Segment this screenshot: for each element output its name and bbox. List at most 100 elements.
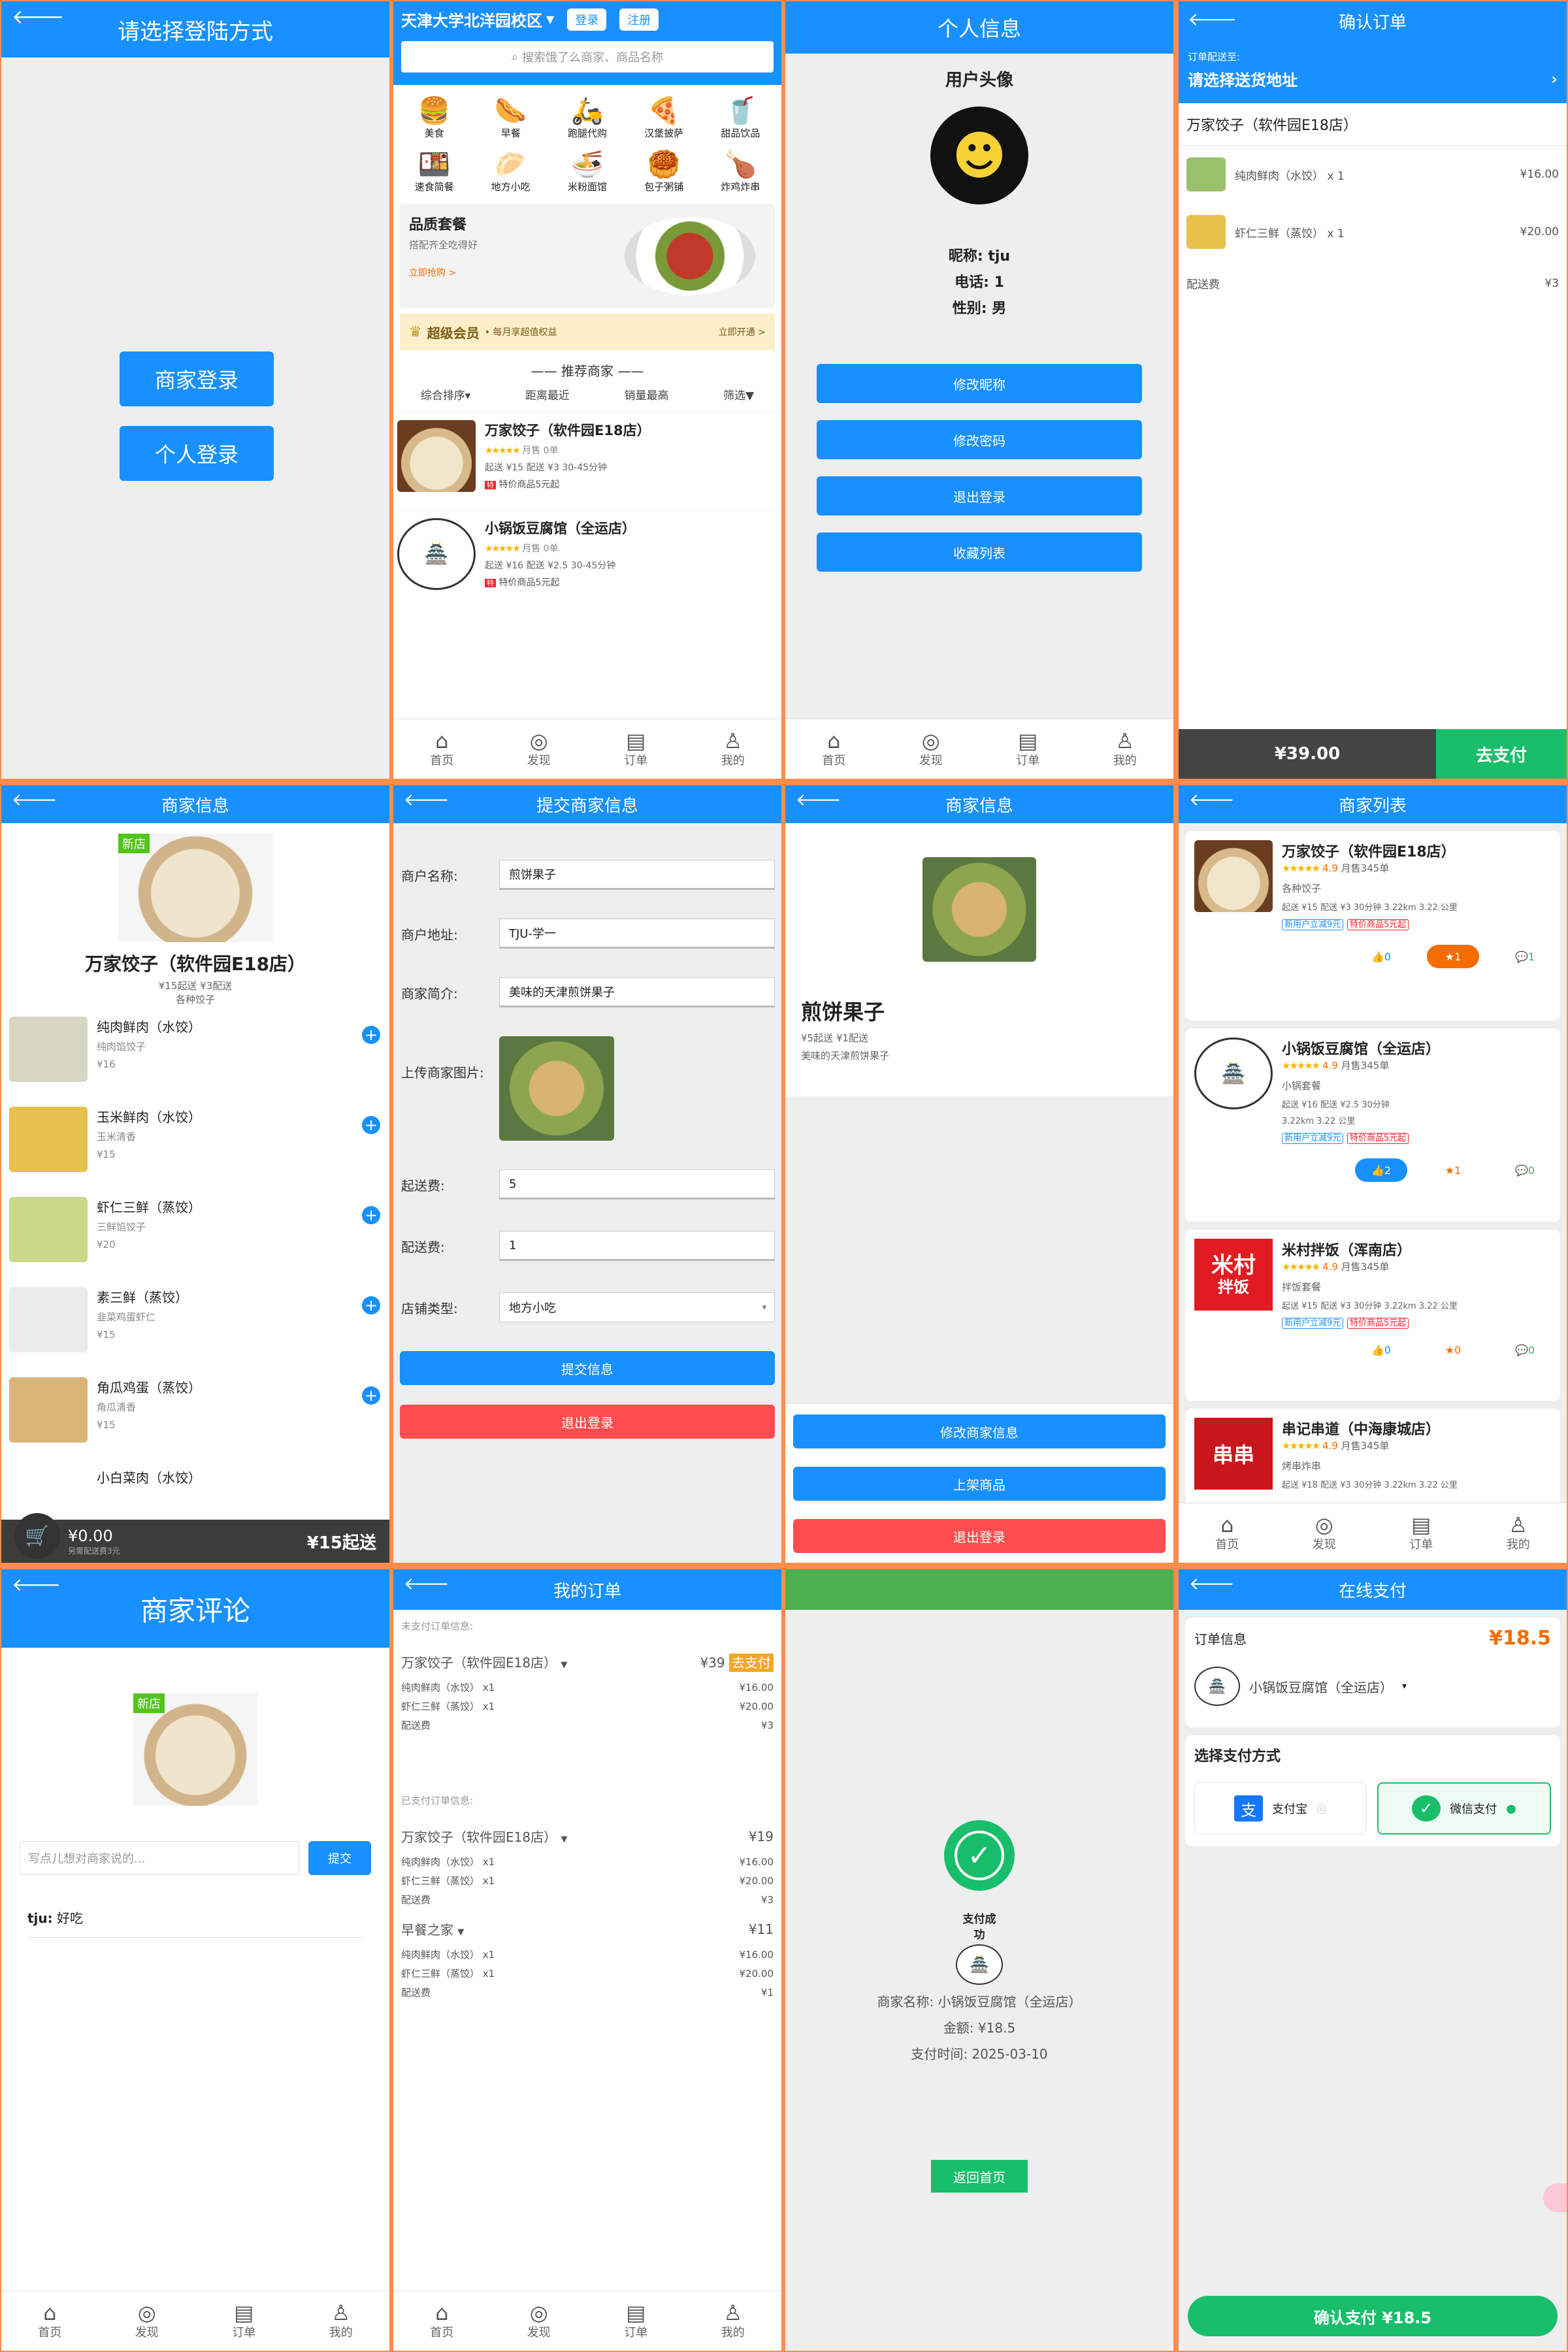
tab-home[interactable]: ⌂ 首页	[1, 2291, 99, 2351]
merchant-login-button[interactable]: 商家登录	[120, 351, 274, 406]
order-header[interactable]: 万家饺子（软件园E18店） ▼ ¥19	[401, 1827, 774, 1846]
wechat-option[interactable]: ✓ 微信支付 ●	[1377, 1782, 1551, 1835]
location-label[interactable]: 天津大学北洋园校区	[401, 8, 542, 31]
pay-button[interactable]: 去支付	[1436, 729, 1567, 779]
tab-mine[interactable]: ♙ 我的	[685, 2291, 782, 2351]
shop-card[interactable]: 串串 串记串道（中海康城店） ★★★★★ 4.9 月售345单 烤串炸串 起送 …	[1185, 1409, 1560, 1513]
tab-discover[interactable]: ◎ 发现	[491, 719, 588, 779]
add-item-button[interactable]: +	[362, 1386, 380, 1405]
tab-orders[interactable]: ▤ 订单	[1373, 1503, 1470, 1563]
back-arrow-icon[interactable]: 🡐	[12, 792, 57, 809]
personal-login-button[interactable]: 个人登录	[120, 426, 274, 481]
back-arrow-icon[interactable]: 🡐	[12, 8, 64, 27]
tab-home[interactable]: ⌂ 首页	[393, 719, 491, 779]
add-item-button[interactable]: +	[362, 1026, 380, 1044]
back-arrow-icon[interactable]: 🡐	[404, 792, 449, 809]
edit-nickname-button[interactable]: 修改昵称	[817, 364, 1142, 403]
tab-home[interactable]: ⌂ 首页	[1179, 1503, 1276, 1563]
sort-option[interactable]: 距离最近	[525, 386, 570, 402]
comment-button[interactable]: 💬 1	[1499, 945, 1551, 968]
min-order-input[interactable]: 5	[499, 1169, 775, 1200]
review-input[interactable]: 写点儿想对商家说的...	[20, 1841, 299, 1875]
change-password-button[interactable]: 修改密码	[817, 420, 1142, 459]
tab-discover[interactable]: ◎ 发现	[883, 719, 980, 779]
logout-button[interactable]: 退出登录	[400, 1405, 775, 1439]
shop-row[interactable]: 🏯 小锅饭豆腐馆（全运店） ★★★★★ 月售 0单 起送 ¥16 配送 ¥2.5…	[393, 510, 781, 608]
category-item[interactable]: 🍱 速食简餐	[396, 149, 472, 193]
tab-discover[interactable]: ◎ 发现	[491, 2291, 588, 2351]
shop-card[interactable]: 万家饺子（软件园E18店） ★★★★★ 4.9 月售345单 各种饺子 起送 ¥…	[1185, 831, 1560, 1021]
submit-info-button[interactable]: 提交信息	[400, 1351, 775, 1385]
vip-bar[interactable]: ♛ 超级会员 • 每月享超值权益 立即开通 >	[400, 314, 775, 350]
tab-mine[interactable]: ♙ 我的	[685, 719, 782, 779]
category-item[interactable]: 🛵 跑腿代购	[549, 95, 625, 140]
comment-button[interactable]: 💬 0	[1499, 1338, 1551, 1362]
tab-discover[interactable]: ◎ 发现	[99, 2291, 196, 2351]
confirm-pay-button[interactable]: 确认支付 ¥18.5	[1188, 2296, 1558, 2336]
vip-link[interactable]: 立即开通 >	[719, 325, 766, 338]
tab-orders[interactable]: ▤ 订单	[587, 719, 685, 779]
go-pay-button[interactable]: 去支付	[729, 1654, 774, 1672]
alipay-option[interactable]: 支 支付宝 ◎	[1194, 1782, 1367, 1835]
tab-mine[interactable]: ♙ 我的	[1077, 719, 1174, 779]
back-arrow-icon[interactable]: 🡐	[404, 1576, 449, 1593]
merchant-address-input[interactable]: TJU-学一	[499, 919, 775, 949]
sort-option[interactable]: 筛选▼	[723, 386, 754, 402]
category-item[interactable]: 🥟 地方小吃	[472, 149, 549, 193]
tab-home[interactable]: ⌂ 首页	[393, 2291, 491, 2351]
category-item[interactable]: 🍗 炸鸡炸串	[702, 149, 779, 193]
star-button[interactable]: ★ 1	[1427, 945, 1479, 968]
tab-mine[interactable]: ♙ 我的	[1470, 1503, 1567, 1563]
star-button[interactable]: ★ 0	[1427, 1338, 1479, 1362]
category-item[interactable]: 🌭 早餐	[472, 95, 549, 140]
category-item[interactable]: 🍕 汉堡披萨	[626, 95, 702, 140]
logout-button[interactable]: 退出登录	[793, 1519, 1166, 1553]
tab-home[interactable]: ⌂ 首页	[785, 719, 883, 779]
register-link[interactable]: 注册	[619, 8, 659, 31]
list-product-button[interactable]: 上架商品	[793, 1467, 1166, 1501]
tab-mine[interactable]: ♙ 我的	[293, 2291, 390, 2351]
category-item[interactable]: 🥮 包子粥铺	[626, 149, 702, 193]
category-item[interactable]: 🍔 美食	[396, 95, 472, 140]
uploaded-image[interactable]	[499, 1036, 614, 1141]
banner[interactable]: 品质套餐 搭配齐全吃得好 立即抢购 >	[400, 204, 775, 308]
category-item[interactable]: 🥤 甜品饮品	[702, 95, 779, 140]
add-item-button[interactable]: +	[362, 1206, 380, 1224]
shop-card[interactable]: 🏯 小锅饭豆腐馆（全运店） ★★★★★ 4.9 月售345单 小锅套餐 起送 ¥…	[1185, 1028, 1560, 1222]
logout-button[interactable]: 退出登录	[817, 476, 1142, 515]
login-link[interactable]: 登录	[567, 8, 607, 31]
avatar[interactable]: ☻	[930, 106, 1028, 204]
order-header[interactable]: 早餐之家 ▼ ¥11	[401, 1919, 774, 1938]
back-arrow-icon[interactable]: 🡐	[1189, 1576, 1235, 1593]
sort-option[interactable]: 综合排序▾	[421, 386, 471, 402]
tab-orders[interactable]: ▤ 订单	[979, 719, 1077, 779]
back-arrow-icon[interactable]: 🡐	[1189, 792, 1235, 809]
chevron-down-icon[interactable]: ▾	[1402, 1681, 1407, 1691]
category-item[interactable]: 🍜 米粉面馆	[549, 149, 625, 193]
tab-orders[interactable]: ▤ 订单	[195, 2291, 293, 2351]
cart-icon[interactable]: 🛒	[14, 1513, 60, 1559]
back-arrow-icon[interactable]: 🡐	[12, 1576, 61, 1594]
star-button[interactable]: ★ 1	[1427, 1158, 1479, 1182]
like-button[interactable]: 👍 0	[1355, 945, 1407, 968]
merchant-intro-input[interactable]: 美味的天津煎饼果子	[499, 977, 775, 1007]
search-input[interactable]: ⌕ 搜索饿了么商家、商品名称	[401, 41, 774, 73]
favorites-button[interactable]: 收藏列表	[817, 532, 1142, 572]
edit-merchant-button[interactable]: 修改商家信息	[793, 1414, 1166, 1448]
comment-button[interactable]: 💬 0	[1499, 1158, 1551, 1182]
order-header[interactable]: 万家饺子（软件园E18店） ▼ ¥39 去支付	[401, 1652, 774, 1672]
merchant-name-input[interactable]: 煎饼果子	[499, 860, 775, 890]
delivery-fee-input[interactable]: 1	[499, 1231, 775, 1261]
address-selector[interactable]: 请选择送货地址 ›	[1188, 67, 1558, 90]
add-item-button[interactable]: +	[362, 1296, 380, 1315]
submit-review-button[interactable]: 提交	[308, 1841, 371, 1875]
back-home-button[interactable]: 返回首页	[931, 2160, 1028, 2193]
like-button[interactable]: 👍 2	[1355, 1158, 1407, 1182]
tab-discover[interactable]: ◎ 发现	[1276, 1503, 1373, 1563]
add-item-button[interactable]: +	[362, 1116, 380, 1134]
shop-row[interactable]: 万家饺子（软件园E18店） ★★★★★ 月售 0单 起送 ¥15 配送 ¥3 3…	[393, 412, 781, 510]
shop-type-select[interactable]: 地方小吃 ▾	[499, 1292, 775, 1322]
tab-orders[interactable]: ▤ 订单	[587, 2291, 685, 2351]
like-button[interactable]: 👍 0	[1355, 1338, 1407, 1362]
sort-option[interactable]: 销量最高	[625, 386, 669, 402]
